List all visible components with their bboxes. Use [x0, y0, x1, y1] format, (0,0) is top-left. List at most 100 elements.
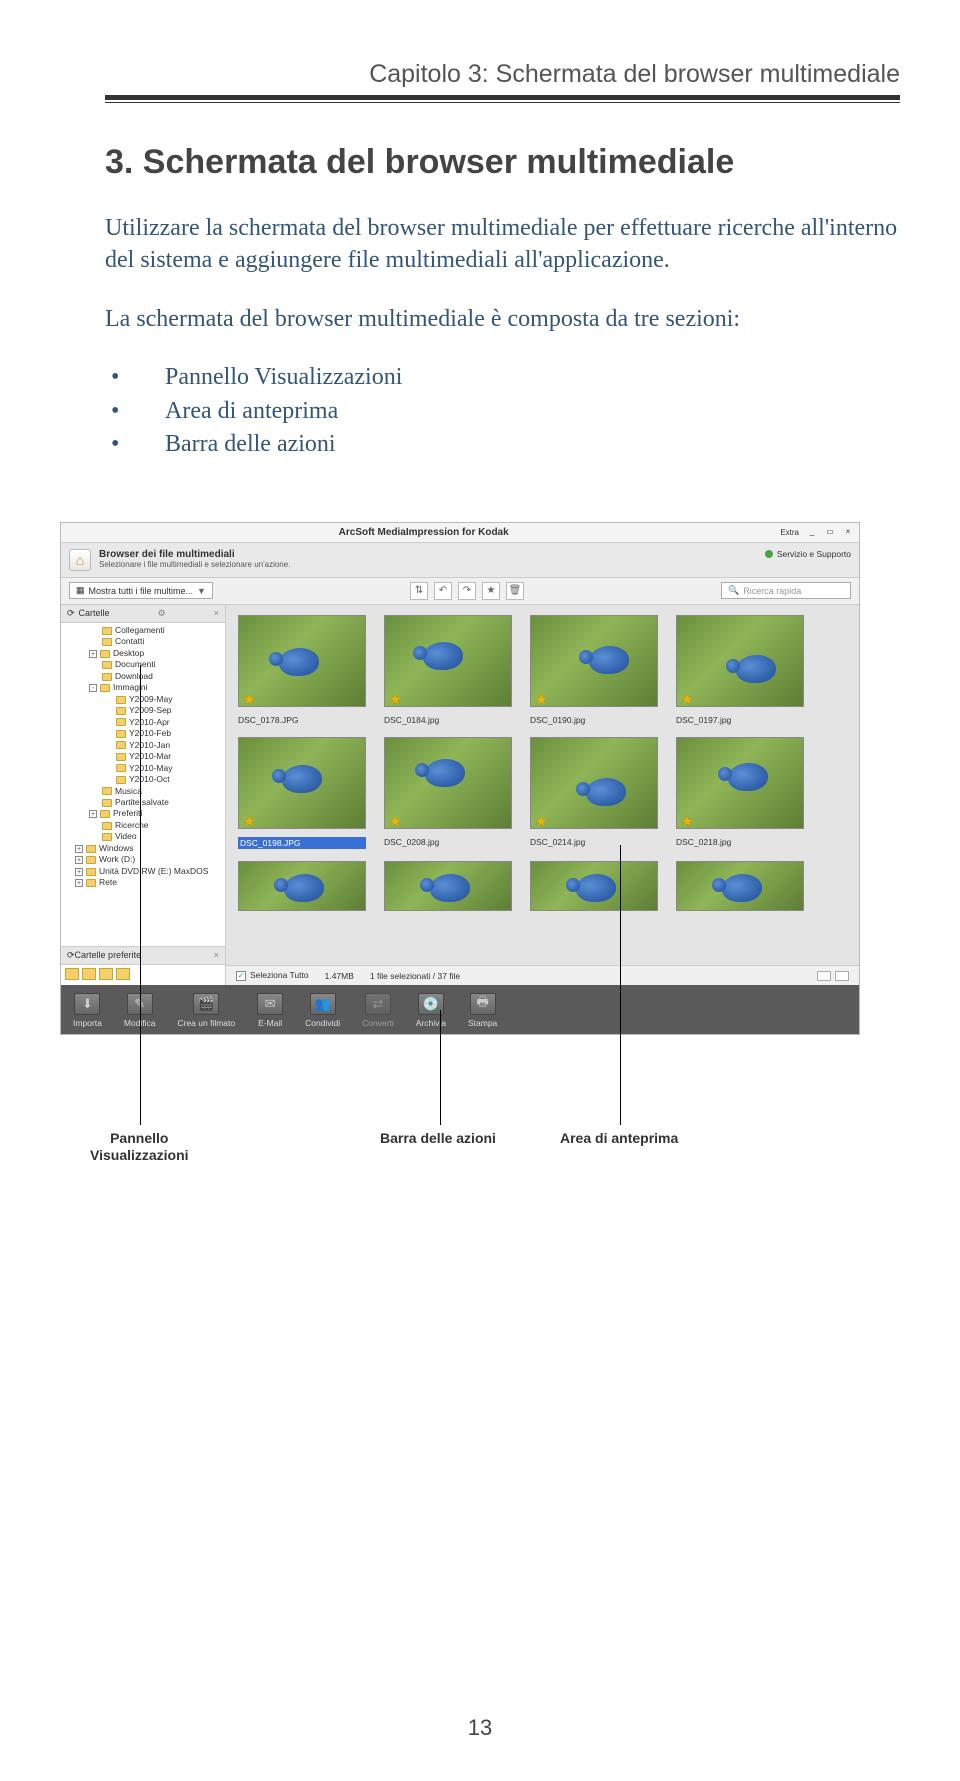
- tree-item[interactable]: Y2010-May: [61, 763, 225, 774]
- app-screenshot: ArcSoft MediaImpression for Kodak Extra …: [60, 522, 860, 1035]
- thumbnail[interactable]: [384, 861, 512, 911]
- tree-item[interactable]: Y2009-Sep: [61, 705, 225, 716]
- thumbnail[interactable]: ★DSC_0184.jpg: [384, 615, 512, 725]
- folder-icon[interactable]: [82, 968, 96, 980]
- thumbnail[interactable]: [530, 861, 658, 911]
- action-importa[interactable]: ⬇Importa: [73, 993, 102, 1028]
- select-all-check[interactable]: ✓Seleziona Tutto: [236, 970, 309, 981]
- folder-icon: [102, 627, 112, 635]
- search-placeholder: Ricerca rapida: [743, 586, 801, 596]
- tree-item[interactable]: Y2010-Feb: [61, 728, 225, 739]
- service-label: Servizio e Supporto: [777, 549, 851, 559]
- thumbnail[interactable]: ★DSC_0218.jpg: [676, 737, 804, 849]
- intro-paragraph-1: Utilizzare la schermata del browser mult…: [105, 212, 900, 277]
- thumbnail-caption: DSC_0197.jpg: [676, 715, 804, 725]
- tree-item-label: Y2010-Mar: [129, 751, 171, 762]
- rotate-right-button[interactable]: ↷: [458, 582, 476, 600]
- folders-panel-header[interactable]: ⟳ Cartelle ⚙ ×: [61, 605, 225, 623]
- thumbnail[interactable]: [676, 861, 804, 911]
- callout-label-action-bar: Barra delle azioni: [380, 1130, 496, 1147]
- expand-icon[interactable]: -: [89, 684, 97, 692]
- home-icon[interactable]: ⌂: [69, 549, 91, 571]
- folder-icon[interactable]: [116, 968, 130, 980]
- thumbnail[interactable]: ★DSC_0190.jpg: [530, 615, 658, 725]
- tree-item-label: Ricerche: [115, 820, 149, 831]
- folder-icon: [116, 741, 126, 749]
- folder-icon[interactable]: [65, 968, 79, 980]
- folder-icon: [116, 730, 126, 738]
- folder-icon: [102, 822, 112, 830]
- favorites-panel-header[interactable]: ⟳ Cartelle preferite ×: [61, 946, 225, 965]
- combo-icon: ▦: [76, 585, 85, 596]
- thumbnail[interactable]: ★DSC_0198.JPG: [238, 737, 366, 849]
- action-crea-un-filmato[interactable]: 🎬Crea un filmato: [177, 993, 235, 1028]
- tree-item[interactable]: -Immagini: [61, 682, 225, 693]
- tree-item[interactable]: +Desktop: [61, 648, 225, 659]
- action-condividi[interactable]: 👥Condividi: [305, 993, 340, 1028]
- delete-button[interactable]: 🗑: [506, 582, 524, 600]
- expand-icon[interactable]: +: [75, 856, 83, 864]
- tree-item[interactable]: Y2009-May: [61, 694, 225, 705]
- thumbnail[interactable]: ★DSC_0178.JPG: [238, 615, 366, 725]
- tree-item-label: Contatti: [115, 636, 144, 647]
- media-filter-combo[interactable]: ▦ Mostra tutti i file multime... ▼: [69, 582, 213, 599]
- extra-link[interactable]: Extra: [780, 528, 799, 537]
- tree-item-label: Y2009-Sep: [129, 705, 172, 716]
- rating-button[interactable]: ★: [482, 582, 500, 600]
- tree-item[interactable]: Contatti: [61, 636, 225, 647]
- expand-icon[interactable]: +: [89, 650, 97, 658]
- thumbnail[interactable]: ★DSC_0197.jpg: [676, 615, 804, 725]
- tree-item[interactable]: +Preferiti: [61, 808, 225, 819]
- maximize-icon[interactable]: ▭: [825, 527, 835, 537]
- tree-item[interactable]: Documenti: [61, 659, 225, 670]
- tree-item[interactable]: +Work (D:): [61, 854, 225, 865]
- tree-item-label: Unità DVD RW (E:) MaxDOS: [99, 866, 208, 877]
- tree-item[interactable]: Y2010-Mar: [61, 751, 225, 762]
- service-link[interactable]: Servizio e Supporto: [765, 549, 851, 559]
- tree-item-label: Musica: [115, 786, 142, 797]
- folder-icon: [116, 718, 126, 726]
- tree-item[interactable]: Download: [61, 671, 225, 682]
- folder-icon[interactable]: [99, 968, 113, 980]
- tree-item[interactable]: + Unità DVD RW (E:) MaxDOS: [61, 866, 225, 877]
- tree-item[interactable]: +Rete: [61, 877, 225, 888]
- tree-item[interactable]: Musica: [61, 786, 225, 797]
- sort-button[interactable]: ⇅: [410, 582, 428, 600]
- tree-item[interactable]: +Windows: [61, 843, 225, 854]
- expand-icon[interactable]: +: [89, 810, 97, 818]
- close-panel-icon[interactable]: ×: [214, 950, 219, 960]
- thumbnail[interactable]: ★DSC_0208.jpg: [384, 737, 512, 849]
- expand-icon[interactable]: +: [75, 868, 83, 876]
- action-archivia[interactable]: 💿Archivia: [416, 993, 446, 1028]
- thumbnail[interactable]: [238, 861, 366, 911]
- gear-icon[interactable]: ⚙: [158, 608, 166, 619]
- expand-icon[interactable]: +: [75, 845, 83, 853]
- folder-icon: [116, 696, 126, 704]
- thumbnail[interactable]: ★DSC_0214.jpg: [530, 737, 658, 849]
- callout-label-views-panel: PannelloVisualizzazioni: [90, 1130, 189, 1164]
- app-title: ArcSoft MediaImpression for Kodak: [67, 527, 780, 538]
- chevron-down-icon: ▼: [197, 586, 206, 596]
- rotate-left-button[interactable]: ↶: [434, 582, 452, 600]
- action-e-mail[interactable]: ✉E-Mail: [257, 993, 283, 1028]
- star-icon: ★: [243, 813, 256, 829]
- close-icon[interactable]: ×: [843, 527, 853, 537]
- tree-item[interactable]: Ricerche: [61, 820, 225, 831]
- tree-item[interactable]: Partite salvate: [61, 797, 225, 808]
- folder-icon: [116, 764, 126, 772]
- expand-icon[interactable]: +: [75, 879, 83, 887]
- tree-item[interactable]: Y2010-Apr: [61, 717, 225, 728]
- search-input[interactable]: 🔍 Ricerca rapida: [721, 582, 851, 599]
- folder-icon: [86, 879, 96, 887]
- tree-item[interactable]: Y2010-Oct: [61, 774, 225, 785]
- action-stampa[interactable]: 🖶Stampa: [468, 993, 497, 1028]
- thumbnail-image: ★: [676, 737, 804, 829]
- view-switcher[interactable]: [817, 971, 849, 981]
- tree-item[interactable]: Video: [61, 831, 225, 842]
- tree-item[interactable]: Collegamenti: [61, 625, 225, 636]
- minimize-icon[interactable]: _: [807, 527, 817, 537]
- tree-item[interactable]: Y2010-Jan: [61, 740, 225, 751]
- close-panel-icon[interactable]: ×: [214, 608, 219, 618]
- folder-tree[interactable]: CollegamentiContatti+DesktopDocumentiDow…: [61, 623, 225, 946]
- select-all-label: Seleziona Tutto: [250, 970, 309, 980]
